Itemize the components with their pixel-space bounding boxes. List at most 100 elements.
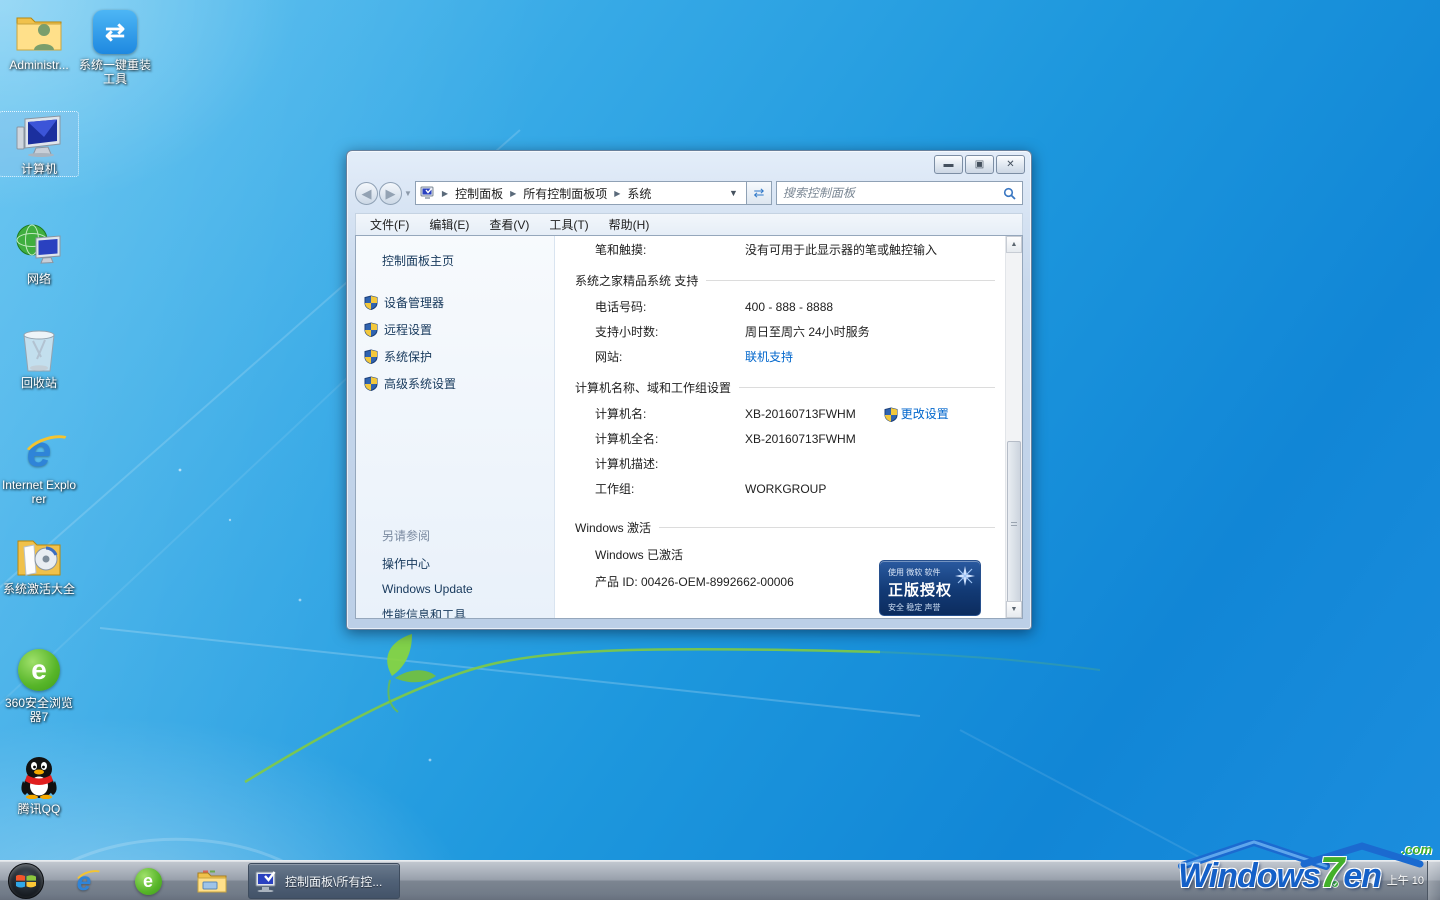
desktop: Administr... ⇄ 系统一键重装工具 计算机 (0, 0, 1440, 900)
sidebar-device-manager[interactable]: 设备管理器 (356, 289, 554, 316)
change-settings[interactable]: 更改设置 (884, 406, 949, 422)
icon-label: 系统一键重装工具 (76, 58, 154, 86)
taskbar-task-control-panel[interactable]: 控制面板\所有控... (248, 863, 400, 899)
qq-penguin-icon (15, 752, 63, 800)
uac-shield-icon (364, 376, 378, 391)
sidebar-task-label: 系统保护 (384, 348, 432, 365)
crumb-all-items[interactable]: 所有控制面板项 (523, 185, 607, 202)
scrollbar-thumb[interactable] (1007, 441, 1021, 608)
sidebar-windows-update[interactable]: Windows Update (356, 577, 554, 601)
icon-label: 回收站 (0, 376, 78, 390)
icon-label: 系统激活大全 (0, 582, 78, 596)
phone-value: 400 - 888 - 8888 (745, 299, 833, 315)
sidebar-task-label: 高级系统设置 (384, 375, 456, 392)
taskbar-360-browser-icon[interactable]: e (126, 864, 170, 898)
back-button[interactable]: ◀ (355, 182, 378, 205)
crumb-control-panel[interactable]: 控制面板 (455, 185, 503, 202)
windows-logo-icon (15, 871, 37, 891)
desktop-icon-recycle-bin[interactable]: 回收站 (0, 326, 78, 390)
menu-view[interactable]: 查看(V) (481, 214, 537, 235)
desktop-icon-network[interactable]: 网络 (0, 222, 78, 286)
change-settings-link[interactable]: 更改设置 (901, 406, 949, 422)
control-panel-icon (420, 186, 435, 200)
desktop-icon-tencent-qq[interactable]: 腾讯QQ (0, 752, 78, 816)
see-also-group: 另请参阅 操作中心 Windows Update 性能信息和工具 (356, 523, 554, 619)
recent-pages-dropdown-icon[interactable]: ▼ (404, 189, 412, 198)
window-body: 控制面板主页 设备管理器 远程设置 (355, 235, 1023, 619)
hours-value: 周日至周六 24小时服务 (745, 324, 870, 340)
computer-icon (15, 112, 63, 160)
menu-file[interactable]: 文件(F) (362, 214, 417, 235)
sidebar-remote-settings[interactable]: 远程设置 (356, 316, 554, 343)
360-browser-icon: e (15, 646, 63, 694)
taskbar-ie-icon[interactable]: e (62, 864, 106, 898)
phone-label: 电话号码: (595, 299, 745, 315)
uac-shield-icon (364, 322, 378, 337)
sidebar-advanced-settings[interactable]: 高级系统设置 (356, 370, 554, 397)
crumb-separator-icon: ▶ (442, 189, 448, 198)
computer-name-value: XB-20160713FWHM (745, 406, 856, 422)
forward-button[interactable]: ▶ (379, 182, 402, 205)
support-section-header: 系统之家精品系统 支持 (575, 272, 995, 289)
address-dropdown-icon[interactable]: ▼ (725, 188, 742, 198)
system-properties-window: ▬ ▣ ✕ ◀ ▶ ▼ ▶ 控制面板 ▶ 所有控制面板项 ▶ 系统 (346, 150, 1032, 630)
desktop-icon-internet-explorer[interactable]: e Internet Explorer (0, 428, 78, 506)
show-desktop-button[interactable] (1427, 861, 1440, 900)
computer-name-section-header: 计算机名称、域和工作组设置 (575, 379, 995, 396)
sidebar-action-center[interactable]: 操作中心 (356, 550, 554, 577)
taskbar: e e 控制面板\所有控... (0, 860, 1440, 900)
desktop-icon-activation-pack[interactable]: 系统激活大全 (0, 532, 78, 596)
desktop-icon-360-browser[interactable]: e 360安全浏览器7 (0, 646, 78, 724)
online-support-link[interactable]: 联机支持 (745, 349, 793, 365)
network-tray-icon[interactable] (1346, 875, 1360, 887)
crumb-separator-icon: ▶ (510, 189, 516, 198)
scroll-down-icon[interactable]: ▼ (1006, 601, 1022, 618)
menu-help[interactable]: 帮助(H) (601, 214, 658, 235)
sidebar-system-protection[interactable]: 系统保护 (356, 343, 554, 370)
swap-arrows-icon: ⇄ (91, 8, 139, 56)
network-globe-icon (15, 222, 63, 270)
pen-touch-value: 没有可用于此显示器的笔或触控输入 (745, 242, 937, 258)
maximize-button[interactable]: ▣ (965, 155, 994, 174)
activation-zone: Windows 已激活 产品 ID: 00426-OEM-8992662-000… (575, 546, 995, 618)
scroll-up-icon[interactable]: ▲ (1006, 236, 1022, 253)
taskbar-explorer-icon[interactable] (190, 864, 234, 898)
tray-clock[interactable]: 上午 10 (1387, 875, 1424, 888)
desktop-icon-computer[interactable]: 计算机 (0, 112, 78, 176)
menu-edit[interactable]: 编辑(E) (421, 214, 477, 235)
desktop-icon-reinstall-tool[interactable]: ⇄ 系统一键重装工具 (76, 8, 154, 86)
sidebar-task-label: 远程设置 (384, 321, 432, 338)
full-name-value: XB-20160713FWHM (745, 431, 856, 447)
genuine-software-badge[interactable]: 使用 微软 软件 正版授权 安全 稳定 声誉 (879, 560, 981, 616)
icon-label: Administr... (0, 58, 78, 72)
action-center-flag-icon[interactable] (1325, 874, 1339, 888)
sidebar-performance-tools[interactable]: 性能信息和工具 (356, 601, 554, 619)
window-caption-buttons: ▬ ▣ ✕ (934, 155, 1025, 174)
system-info-content: 笔和触摸: 没有可用于此显示器的笔或触控输入 系统之家精品系统 支持 电话号码:… (555, 236, 1005, 618)
icon-label: 腾讯QQ (0, 802, 78, 816)
icon-label: Internet Explorer (0, 478, 78, 506)
sidebar: 控制面板主页 设备管理器 远程设置 (356, 236, 555, 618)
volume-tray-icon[interactable] (1367, 875, 1380, 887)
minimize-button[interactable]: ▬ (934, 155, 963, 174)
internet-explorer-icon: e (15, 428, 63, 476)
crumb-system[interactable]: 系统 (627, 185, 651, 202)
start-button[interactable] (8, 863, 44, 899)
search-icon[interactable] (1003, 187, 1016, 200)
breadcrumb[interactable]: ▶ 控制面板 ▶ 所有控制面板项 ▶ 系统 ▼ (415, 181, 747, 205)
menu-tools[interactable]: 工具(T) (541, 214, 596, 235)
uac-shield-icon (364, 295, 378, 310)
vertical-scrollbar[interactable]: ▲ ▼ (1005, 236, 1022, 618)
icon-label: 网络 (0, 272, 78, 286)
badge-bottom-line: 安全 稳定 声誉 (888, 602, 974, 613)
refresh-button[interactable]: ⇄ (747, 181, 772, 205)
uac-shield-icon (884, 407, 898, 422)
workgroup-label: 工作组: (595, 481, 745, 497)
search-input[interactable] (783, 186, 1003, 200)
desktop-icon-administrator[interactable]: Administr... (0, 8, 78, 72)
user-folder-icon (15, 8, 63, 56)
sidebar-control-panel-home[interactable]: 控制面板主页 (356, 252, 554, 269)
system-window-icon (255, 870, 279, 892)
workgroup-value: WORKGROUP (745, 481, 826, 497)
close-button[interactable]: ✕ (996, 155, 1025, 174)
